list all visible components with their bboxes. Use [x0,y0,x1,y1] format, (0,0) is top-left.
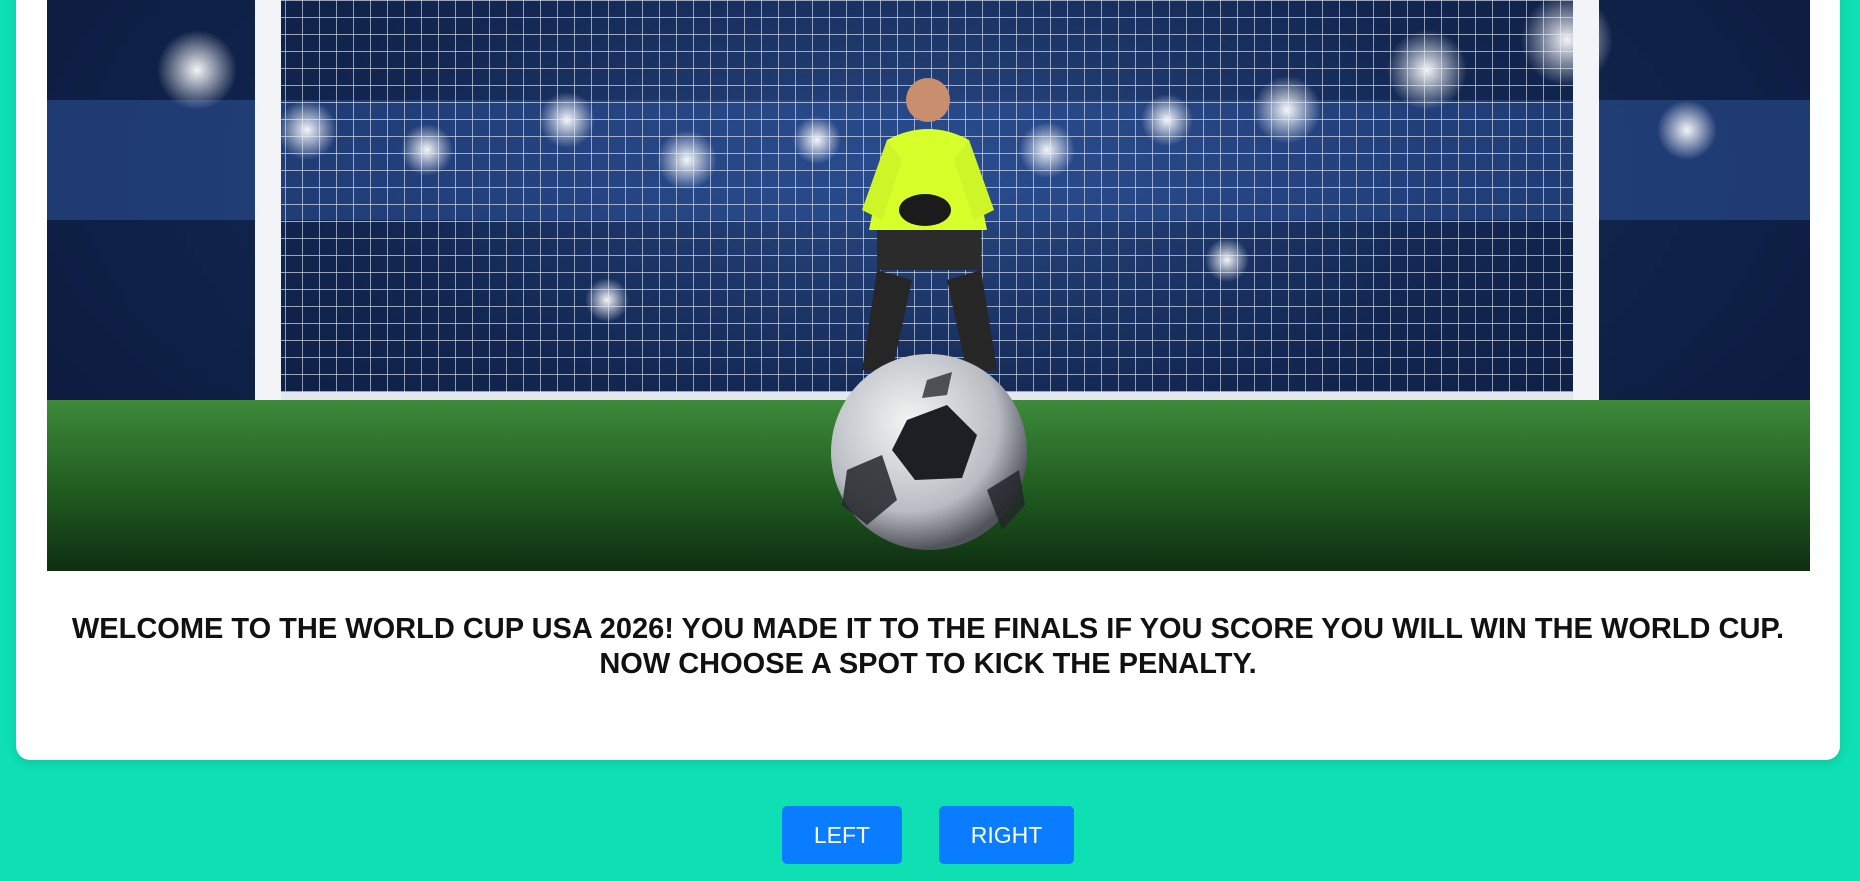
game-message: WELCOME TO THE WORLD CUP USA 2026! YOU M… [71,613,1785,680]
game-card: WELCOME TO THE WORLD CUP USA 2026! YOU M… [16,0,1840,760]
kick-left-button[interactable]: LEFT [782,806,902,864]
kick-direction-controls: LEFT RIGHT [0,806,1860,864]
penalty-kick-scene-icon [47,0,1810,571]
penalty-scene-image [47,0,1810,571]
kick-right-button[interactable]: RIGHT [939,806,1074,864]
